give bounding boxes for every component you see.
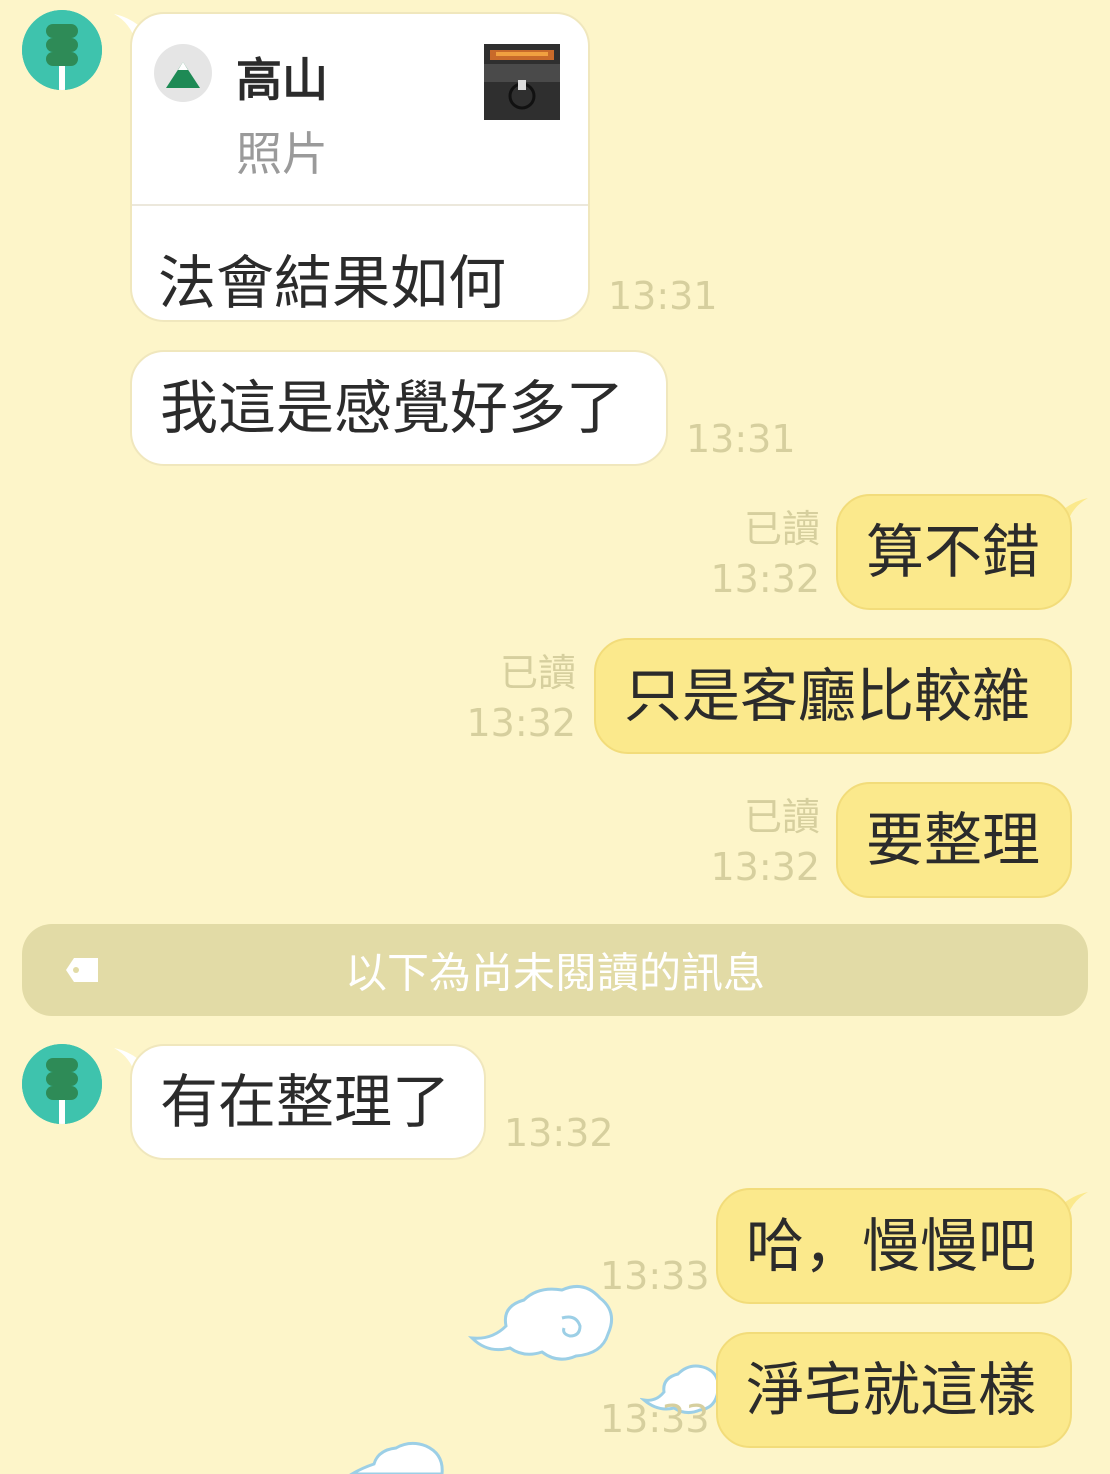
message-text: 要整理 <box>866 806 1041 874</box>
read-receipt: 已讀 <box>499 651 576 695</box>
message-text: 有在整理了 <box>160 1068 451 1136</box>
message-meta: 已讀 13:32 <box>710 798 820 886</box>
cloud-decoration <box>467 1284 614 1361</box>
message-time: 13:31 <box>608 274 718 318</box>
contact-avatar[interactable] <box>22 10 102 90</box>
message-text: 淨宅就這樣 <box>746 1356 1037 1424</box>
message-bubble-reply[interactable]: 高山 照片 法會結果如何 <box>130 12 590 322</box>
tree-icon <box>22 10 102 90</box>
message-time: 13:32 <box>504 1111 614 1155</box>
reply-sender-name: 高山 <box>236 53 328 107</box>
message-text: 只是客廳比較雜 <box>624 662 1031 730</box>
message-bubble-incoming[interactable]: 有在整理了 <box>130 1044 486 1160</box>
photo-icon <box>484 44 560 120</box>
cloud-decoration <box>349 1441 444 1474</box>
unread-divider: 以下為尚未閱讀的訊息 <box>22 924 1088 1016</box>
message-time: 13:33 <box>600 1254 710 1298</box>
message-bubble-incoming[interactable]: 我這是感覺好多了 <box>130 350 668 466</box>
message-time: 13:32 <box>710 845 820 889</box>
reply-quote[interactable]: 高山 照片 <box>132 14 588 206</box>
reply-photo-thumbnail[interactable] <box>484 44 560 120</box>
read-receipt: 已讀 <box>743 507 820 551</box>
reply-type-label: 照片 <box>236 127 328 181</box>
message-meta: 已讀 13:32 <box>710 510 820 598</box>
message-time: 13:32 <box>466 701 576 745</box>
message-bubble-outgoing[interactable]: 要整理 <box>836 782 1072 898</box>
message-bubble-outgoing[interactable]: 哈，慢慢吧 <box>716 1188 1072 1304</box>
message-bubble-outgoing[interactable]: 只是客廳比較雜 <box>594 638 1072 754</box>
message-text: 算不錯 <box>866 518 1041 586</box>
message-meta: 已讀 13:32 <box>466 654 576 742</box>
message-time: 13:32 <box>710 557 820 601</box>
message-text: 哈，慢慢吧 <box>746 1212 1037 1280</box>
message-time: 13:31 <box>686 417 796 461</box>
contact-avatar[interactable] <box>22 1044 102 1124</box>
message-bubble-outgoing[interactable]: 算不錯 <box>836 494 1072 610</box>
tree-icon <box>22 1044 102 1124</box>
read-receipt: 已讀 <box>743 795 820 839</box>
message-bubble-outgoing[interactable]: 淨宅就這樣 <box>716 1332 1072 1448</box>
mountain-icon <box>154 44 212 102</box>
unread-divider-label: 以下為尚未閱讀的訊息 <box>344 948 765 998</box>
message-text: 法會結果如何 <box>158 249 507 317</box>
message-time: 13:33 <box>600 1397 710 1441</box>
message-text: 我這是感覺好多了 <box>160 374 625 442</box>
